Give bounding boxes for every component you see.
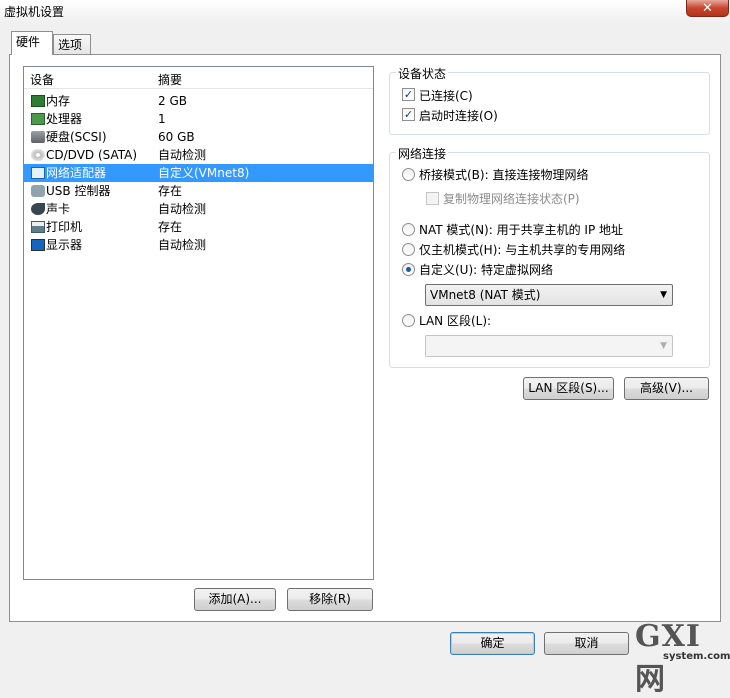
- memory-icon: [31, 95, 45, 107]
- window-title: 虚拟机设置: [4, 5, 65, 19]
- device-row-sound-card[interactable]: 声卡 自动检测: [24, 200, 373, 218]
- device-status-title: 设备状态: [396, 65, 449, 82]
- device-summary: 60 GB: [158, 130, 195, 144]
- device-summary: 存在: [158, 184, 183, 198]
- host-only-radio[interactable]: [402, 243, 415, 256]
- title-bar: 虚拟机设置 ✕: [0, 0, 730, 22]
- lan-segment-label[interactable]: LAN 区段(L):: [419, 312, 491, 329]
- hard-disk-icon: [31, 131, 45, 143]
- display-icon: [31, 239, 45, 251]
- device-summary: 1: [158, 112, 166, 126]
- device-name: 声卡: [46, 202, 71, 216]
- watermark-subtext: system.com: [663, 651, 730, 662]
- bridged-radio[interactable]: [402, 168, 415, 181]
- device-summary: 自动检测: [158, 148, 207, 162]
- watermark-logo: GXI网 system.com: [633, 619, 730, 697]
- device-list[interactable]: 设备 摘要 内存 2 GB 处理器 1 硬盘(SCSI) 60 GB CD/DV…: [23, 66, 374, 580]
- device-name: CD/DVD (SATA): [46, 148, 138, 162]
- nat-radio[interactable]: [402, 223, 415, 236]
- device-summary: 2 GB: [158, 94, 187, 108]
- device-row-hard-disk[interactable]: 硬盘(SCSI) 60 GB: [24, 128, 373, 146]
- tab-hardware[interactable]: 硬件: [11, 31, 53, 55]
- column-header-summary[interactable]: 摘要: [158, 71, 182, 88]
- close-icon: ✕: [702, 1, 713, 16]
- device-row-memory[interactable]: 内存 2 GB: [24, 92, 373, 110]
- chevron-down-icon: ▼: [660, 341, 667, 351]
- replicate-state-label[interactable]: 复制物理网络连接状态(P): [443, 190, 580, 207]
- cd-dvd-icon: [31, 149, 45, 161]
- connect-at-power-on-label[interactable]: 启动时连接(O): [419, 107, 498, 124]
- device-name: 内存: [46, 94, 71, 108]
- bridged-label[interactable]: 桥接模式(B): 直接连接物理网络: [419, 166, 588, 183]
- device-summary: 存在: [158, 220, 183, 234]
- device-name: 打印机: [46, 220, 83, 234]
- chevron-down-icon: ▼: [660, 290, 667, 300]
- host-only-label[interactable]: 仅主机模式(H): 与主机共享的专用网络: [419, 241, 625, 258]
- usb-icon: [31, 185, 45, 197]
- ok-button[interactable]: 确定: [450, 632, 535, 655]
- device-row-cd-dvd[interactable]: CD/DVD (SATA) 自动检测: [24, 146, 373, 164]
- tab-options[interactable]: 选项: [53, 34, 91, 54]
- printer-icon: [31, 221, 45, 233]
- device-name: 网络适配器: [46, 166, 107, 180]
- device-row-usb-controller[interactable]: USB 控制器 存在: [24, 182, 373, 200]
- header-divider: [24, 88, 373, 89]
- device-summary: 自定义(VMnet8): [158, 166, 250, 180]
- replicate-state-checkbox[interactable]: [426, 192, 439, 205]
- nat-label[interactable]: NAT 模式(N): 用于共享主机的 IP 地址: [419, 221, 623, 238]
- advanced-button[interactable]: 高级(V)...: [624, 377, 709, 400]
- device-summary: 自动检测: [158, 202, 207, 216]
- device-name: 显示器: [46, 238, 83, 252]
- custom-network-radio[interactable]: [402, 263, 415, 276]
- connected-checkbox[interactable]: ✓: [402, 88, 415, 101]
- cpu-icon: [31, 113, 45, 125]
- remove-device-button[interactable]: 移除(R): [287, 588, 373, 611]
- column-header-device[interactable]: 设备: [30, 71, 54, 88]
- network-adapter-icon: [31, 167, 45, 179]
- device-row-network-adapter[interactable]: 网络适配器 自定义(VMnet8): [24, 164, 373, 182]
- cancel-button[interactable]: 取消: [544, 632, 629, 655]
- device-row-display[interactable]: 显示器 自动检测: [24, 236, 373, 254]
- custom-network-label[interactable]: 自定义(U): 特定虚拟网络: [419, 261, 553, 278]
- device-row-processor[interactable]: 处理器 1: [24, 110, 373, 128]
- lan-segment-select[interactable]: ▼: [425, 335, 673, 357]
- connect-at-power-on-checkbox[interactable]: ✓: [402, 108, 415, 121]
- device-row-printer[interactable]: 打印机 存在: [24, 218, 373, 236]
- lan-segment-radio[interactable]: [402, 314, 415, 327]
- network-connection-title: 网络连接: [396, 145, 449, 162]
- custom-network-value: VMnet8 (NAT 模式): [430, 288, 541, 302]
- close-button[interactable]: ✕: [686, 0, 729, 17]
- device-name: 硬盘(SCSI): [46, 130, 107, 144]
- device-name: USB 控制器: [46, 184, 111, 198]
- device-name: 处理器: [46, 112, 83, 126]
- connected-label[interactable]: 已连接(C): [419, 87, 473, 104]
- device-summary: 自动检测: [158, 238, 207, 252]
- lan-segments-button[interactable]: LAN 区段(S)...: [523, 377, 614, 400]
- add-device-button[interactable]: 添加(A)...: [194, 588, 276, 611]
- custom-network-select[interactable]: VMnet8 (NAT 模式) ▼: [425, 284, 673, 306]
- sound-card-icon: [31, 203, 45, 215]
